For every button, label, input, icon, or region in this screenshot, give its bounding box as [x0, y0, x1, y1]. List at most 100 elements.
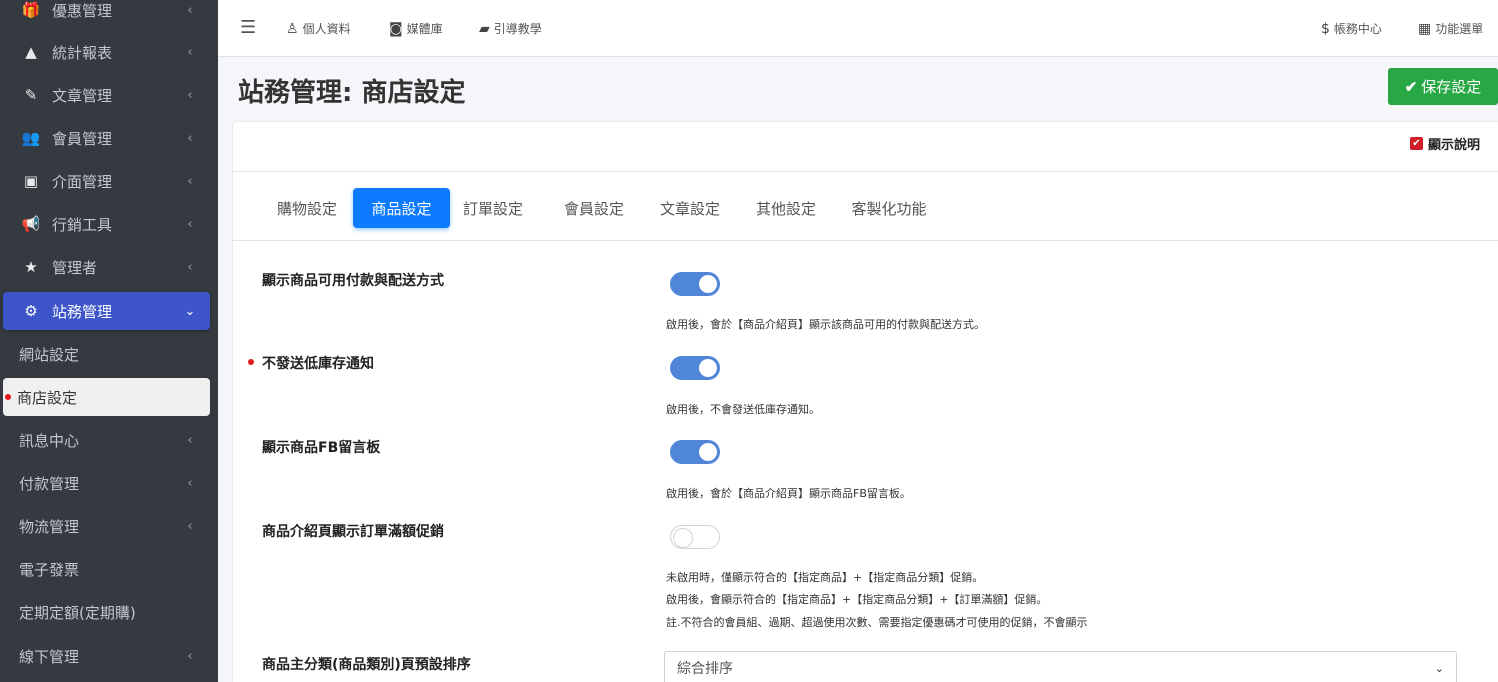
- sidebar-item-label: 電子發票: [19, 560, 80, 579]
- sidebar-item-interface[interactable]: ▣ 介面管理 ‹: [0, 161, 218, 201]
- chevron-left-icon: ‹: [187, 518, 193, 534]
- sidebar-item-label: 介面管理: [52, 172, 113, 191]
- check-icon: ✔: [1404, 78, 1418, 96]
- page-title: 站務管理: 商店設定: [238, 78, 466, 108]
- sidebar-item-label: 統計報表: [52, 43, 113, 62]
- nav-link-function-menu[interactable]: ▦ 功能選單: [1418, 20, 1483, 37]
- settings-card: ✔ 顯示說明 購物設定 商品設定 訂單設定 會員設定 文章設定 其他設定 客製化…: [233, 122, 1498, 682]
- setting-help-text: 啟用後，會於【商品介紹頁】顯示商品FB留言板。: [666, 487, 911, 500]
- show-help-label: 顯示說明: [1427, 138, 1480, 153]
- sidebar: 🎁 優惠管理 ‹ ▲ 統計報表 ‹ ✎ 文章管理 ‹ 👥 會員管理 ‹ ▣ 介面…: [0, 0, 218, 682]
- grid-icon: ▦: [1418, 20, 1432, 37]
- setting-help-text: 啟用後，不會發送低庫存通知。: [666, 403, 820, 416]
- setting-help-text: 註.不符合的會員組、過期、超過使用次數、需要指定優惠碼才可使用的促銷，不會顯示: [666, 616, 1088, 629]
- setting-label: 顯示商品FB留言板: [262, 440, 381, 456]
- save-button-label: 保存設定: [1421, 79, 1482, 96]
- sidebar-subitem-website-settings[interactable]: 網站設定: [0, 334, 218, 374]
- tab-order-settings[interactable]: 訂單設定: [455, 188, 531, 228]
- tab-custom-features[interactable]: 客製化功能: [843, 188, 935, 228]
- toggle-switch[interactable]: [670, 440, 720, 464]
- nav-link-label: 引導教學: [493, 22, 542, 36]
- sidebar-item-label: 商店設定: [17, 388, 78, 407]
- sidebar-item-articles[interactable]: ✎ 文章管理 ‹: [0, 75, 218, 115]
- sidebar-item-admins[interactable]: ★ 管理者 ‹: [0, 247, 218, 287]
- book-icon: ▰: [479, 20, 490, 37]
- sidebar-item-label: 行銷工具: [52, 215, 113, 234]
- users-icon: 👥: [21, 129, 41, 147]
- nav-link-profile[interactable]: ♙ 個人資料: [286, 20, 351, 37]
- camera-icon: ◙: [389, 20, 403, 37]
- show-help-toggle[interactable]: ✔ 顯示說明: [1409, 134, 1480, 153]
- tab-other-settings[interactable]: 其他設定: [748, 188, 824, 228]
- tab-product-settings[interactable]: 商品設定: [353, 188, 450, 228]
- sidebar-item-e-invoice[interactable]: 電子發票: [0, 549, 218, 589]
- chevron-left-icon: ‹: [187, 44, 193, 60]
- sidebar-item-label: 物流管理: [19, 517, 80, 536]
- chevron-down-icon: ⌄: [1434, 661, 1444, 675]
- chevron-left-icon: ‹: [187, 130, 193, 146]
- nav-link-label: 功能選單: [1435, 22, 1484, 36]
- sidebar-item-messages[interactable]: 訊息中心 ‹: [0, 420, 218, 460]
- setting-label: 商品主分類(商品類別)頁預設排序: [262, 657, 471, 673]
- sidebar-item-marketing[interactable]: 📢 行銷工具 ‹: [0, 204, 218, 244]
- cogs-icon: ⚙: [24, 302, 38, 320]
- toggle-switch[interactable]: [670, 356, 720, 380]
- sidebar-item-label: 會員管理: [52, 129, 113, 148]
- nav-link-media-library[interactable]: ◙ 媒體庫: [389, 20, 443, 37]
- setting-help-text: 啟用後，會於【商品介紹頁】顯示該商品可用的付款與配送方式。: [666, 318, 985, 331]
- sidebar-item-subscription[interactable]: 定期定額(定期購): [0, 592, 218, 632]
- sidebar-item-promotions[interactable]: 🎁 優惠管理 ‹: [0, 0, 218, 30]
- sidebar-item-label: 網站設定: [19, 345, 80, 364]
- nav-link-label: 帳務中心: [1333, 22, 1382, 36]
- star-icon: ★: [24, 258, 38, 276]
- sidebar-item-label: 文章管理: [52, 86, 113, 105]
- chevron-left-icon: ‹: [187, 259, 193, 275]
- sidebar-item-label: 付款管理: [19, 474, 80, 493]
- sidebar-item-label: 定期定額(定期購): [19, 603, 136, 622]
- save-settings-button[interactable]: ✔ 保存設定: [1388, 68, 1498, 105]
- sidebar-item-label: 訊息中心: [19, 431, 80, 450]
- tab-article-settings[interactable]: 文章設定: [652, 188, 728, 228]
- sidebar-item-members[interactable]: 👥 會員管理 ‹: [0, 118, 218, 158]
- toggle-switch[interactable]: [670, 525, 720, 549]
- setting-label: 不發送低庫存通知: [262, 356, 374, 372]
- setting-label: 商品介紹頁顯示訂單滿額促銷: [262, 524, 444, 540]
- sidebar-item-label: 優惠管理: [52, 1, 113, 20]
- chevron-left-icon: ‹: [187, 648, 193, 664]
- tab-member-settings[interactable]: 會員設定: [556, 188, 632, 228]
- nav-link-billing-center[interactable]: $ 帳務中心: [1321, 20, 1382, 37]
- sidebar-item-logistics[interactable]: 物流管理 ‹: [0, 506, 218, 546]
- sidebar-item-site-management[interactable]: ⚙ 站務管理 ⌄: [3, 292, 210, 330]
- bullhorn-icon: 📢: [21, 215, 41, 233]
- setting-help-text: 未啟用時，僅顯示符合的【指定商品】+【指定商品分類】促銷。: [666, 571, 984, 584]
- card-divider: [233, 240, 1498, 241]
- top-navbar: ☰ ♙ 個人資料 ◙ 媒體庫 ▰ 引導教學 $ 帳務中心 ▦ 功能選單: [218, 0, 1498, 57]
- nav-link-tutorial[interactable]: ▰ 引導教學: [479, 20, 542, 37]
- default-sort-select[interactable]: 綜合排序 ⌄: [664, 651, 1457, 682]
- nav-link-label: 個人資料: [302, 22, 351, 36]
- marker-dot: [5, 394, 11, 400]
- toggle-switch[interactable]: [670, 272, 720, 296]
- checkbox-checked-icon[interactable]: ✔: [1409, 137, 1423, 150]
- marker-dot: [248, 359, 254, 365]
- sidebar-subitem-store-settings[interactable]: 商店設定: [3, 378, 210, 416]
- chevron-left-icon: ‹: [187, 2, 193, 18]
- menu-toggle-icon[interactable]: ☰: [240, 17, 256, 38]
- chevron-left-icon: ‹: [187, 87, 193, 103]
- gift-icon: 🎁: [21, 1, 41, 19]
- setting-help-text: 啟用後，會顯示符合的【指定商品】+【指定商品分類】+【訂單滿額】促銷。: [666, 593, 1048, 606]
- nav-link-label: 媒體庫: [406, 22, 443, 36]
- chevron-left-icon: ‹: [187, 475, 193, 491]
- select-value: 綜合排序: [677, 661, 733, 677]
- area-chart-icon: ▲: [25, 43, 37, 61]
- tab-shopping-settings[interactable]: 購物設定: [263, 188, 351, 228]
- sidebar-item-label: 站務管理: [52, 302, 113, 321]
- image-icon: ▣: [23, 172, 39, 190]
- chevron-down-icon: ⌄: [184, 303, 196, 319]
- card-divider: [233, 171, 1498, 172]
- dollar-icon: $: [1321, 20, 1330, 37]
- sidebar-item-offline[interactable]: 線下管理 ‹: [0, 636, 218, 676]
- sidebar-item-payments[interactable]: 付款管理 ‹: [0, 463, 218, 503]
- chevron-left-icon: ‹: [187, 432, 193, 448]
- sidebar-item-reports[interactable]: ▲ 統計報表 ‹: [0, 32, 218, 72]
